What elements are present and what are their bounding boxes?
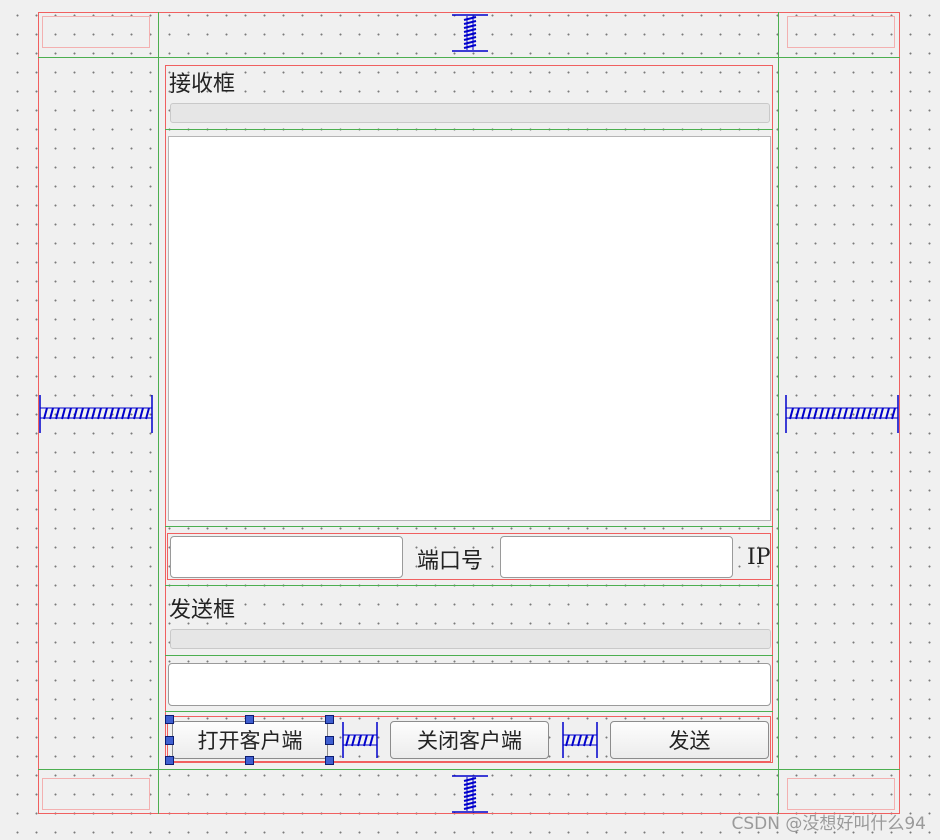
send-input[interactable]: [168, 663, 771, 706]
receive-text-area[interactable]: [168, 136, 771, 521]
send-box-label: 发送框: [169, 598, 236, 623]
port-input[interactable]: [170, 536, 403, 578]
selection-handle-top-left[interactable]: [165, 715, 174, 724]
corner-placeholder-bottom-right: [787, 778, 895, 810]
selection-handle-middle-right[interactable]: [325, 736, 334, 745]
selection-handle-middle-left[interactable]: [165, 736, 174, 745]
selection-handle-top-middle[interactable]: [245, 715, 254, 724]
grid-line-left: [158, 12, 159, 814]
watermark-text: CSDN @没想好叫什么94: [731, 814, 926, 834]
layout-divider-1: [165, 129, 773, 130]
ip-label: IP: [747, 545, 771, 570]
horizontal-spacer-left-icon[interactable]: [38, 394, 154, 434]
selection-handle-top-right[interactable]: [325, 715, 334, 724]
grid-line-bottom: [38, 769, 900, 770]
port-label: 端口号: [417, 549, 484, 574]
open-client-button[interactable]: 打开客户端: [172, 721, 328, 759]
close-client-button[interactable]: 关闭客户端: [390, 721, 549, 759]
layout-divider-2: [165, 526, 773, 527]
button-spacer-1-icon[interactable]: [341, 721, 379, 759]
ip-input[interactable]: [500, 536, 733, 578]
button-spacer-2-icon[interactable]: [561, 721, 599, 759]
receive-box-label: 接收框: [169, 72, 236, 97]
corner-placeholder-top-right: [787, 16, 895, 48]
layout-divider-3: [165, 585, 773, 586]
selection-handle-bottom-middle[interactable]: [245, 756, 254, 765]
layout-divider-5: [165, 711, 773, 712]
vertical-spacer-bottom-icon[interactable]: [450, 775, 490, 813]
selection-handle-bottom-left[interactable]: [165, 756, 174, 765]
receive-progress-bar: [170, 103, 770, 123]
grid-line-top: [38, 57, 900, 58]
vertical-spacer-top-icon[interactable]: [450, 14, 490, 52]
selection-handle-bottom-right[interactable]: [325, 756, 334, 765]
grid-line-right: [778, 12, 779, 814]
send-button[interactable]: 发送: [610, 721, 769, 759]
horizontal-spacer-right-icon[interactable]: [784, 394, 900, 434]
corner-placeholder-bottom-left: [42, 778, 150, 810]
corner-placeholder-top-left: [42, 16, 150, 48]
send-progress-bar: [170, 629, 771, 649]
layout-divider-4: [165, 655, 773, 656]
